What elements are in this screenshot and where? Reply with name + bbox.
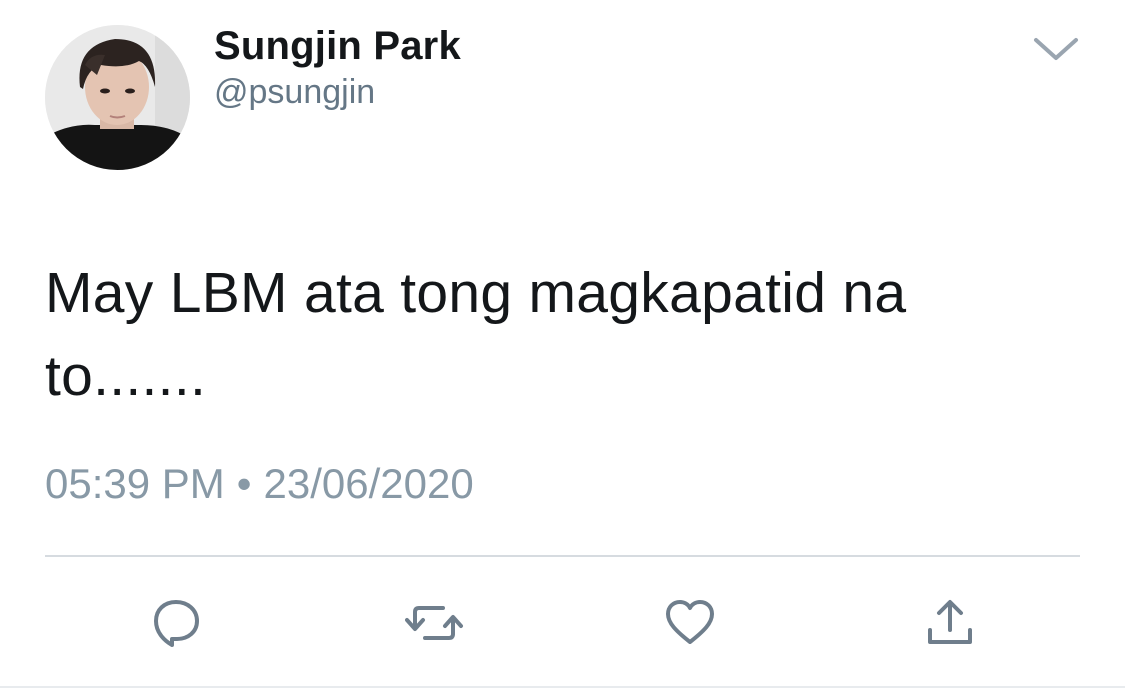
like-button[interactable] (664, 598, 716, 648)
tweet-date: 23/06/2020 (263, 460, 474, 507)
user-handle[interactable]: @psungjin (214, 73, 375, 112)
share-button[interactable] (924, 598, 976, 648)
meta-separator: • (236, 460, 252, 507)
bottom-divider (0, 686, 1125, 688)
heart-icon (666, 600, 714, 644)
tweet-text: May LBM ata tong magkapatid na to....... (45, 261, 907, 408)
share-icon (928, 600, 972, 644)
tweet-card: Sungjin Park @psungjin May LBM ata tong … (0, 0, 1125, 694)
avatar[interactable] (45, 25, 190, 170)
retweet-icon (405, 606, 463, 640)
tweet-time: 05:39 PM (45, 460, 225, 507)
retweet-button[interactable] (405, 598, 463, 648)
tweet-timestamp: 05:39 PM • 23/06/2020 (45, 460, 474, 508)
avatar-photo (45, 25, 190, 170)
reply-icon (154, 600, 199, 647)
divider (45, 555, 1080, 557)
reply-button[interactable] (150, 598, 202, 648)
display-name[interactable]: Sungjin Park (214, 24, 461, 69)
chevron-down-icon[interactable] (1030, 30, 1082, 70)
